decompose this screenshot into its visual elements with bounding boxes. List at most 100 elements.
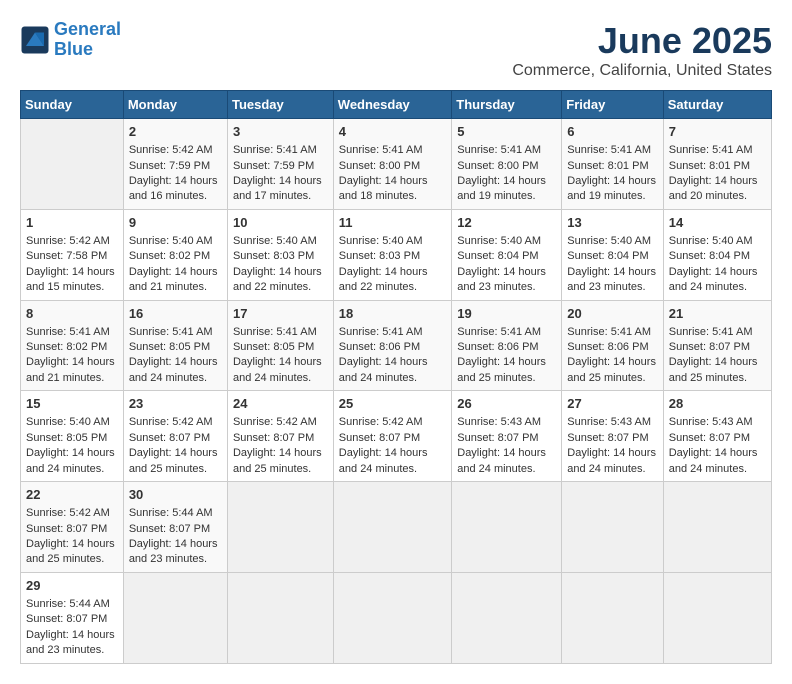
daylight-text: Daylight: 14 hours and 25 minutes. — [129, 447, 218, 474]
day-number: 24 — [233, 395, 328, 413]
calendar-cell — [227, 482, 333, 573]
calendar-cell — [123, 572, 227, 663]
day-number: 22 — [26, 486, 118, 504]
day-number: 20 — [567, 305, 657, 323]
day-number: 25 — [339, 395, 446, 413]
calendar-title: June 2025 — [512, 20, 772, 62]
sunset-text: Sunset: 8:07 PM — [129, 432, 210, 444]
daylight-text: Daylight: 14 hours and 24 minutes. — [457, 447, 546, 474]
calendar-week-row: 22 Sunrise: 5:42 AM Sunset: 8:07 PM Dayligh… — [21, 482, 772, 573]
daylight-text: Daylight: 14 hours and 25 minutes. — [567, 356, 656, 383]
sunset-text: Sunset: 8:07 PM — [669, 432, 750, 444]
sunrise-text: Sunrise: 5:41 AM — [26, 326, 110, 338]
day-number: 18 — [339, 305, 446, 323]
sunset-text: Sunset: 8:06 PM — [457, 341, 538, 353]
daylight-text: Daylight: 14 hours and 23 minutes. — [26, 629, 115, 656]
daylight-text: Daylight: 14 hours and 25 minutes. — [669, 356, 758, 383]
day-number: 10 — [233, 214, 328, 232]
sunset-text: Sunset: 8:06 PM — [567, 341, 648, 353]
daylight-text: Daylight: 14 hours and 23 minutes. — [457, 266, 546, 293]
sunset-text: Sunset: 8:06 PM — [339, 341, 420, 353]
calendar-cell: 18Sunrise: 5:41 AMSunset: 8:06 PMDayligh… — [333, 300, 451, 391]
daylight-text: Daylight: 14 hours and 16 minutes. — [129, 175, 218, 202]
sunrise-text: Sunrise: 5:43 AM — [457, 416, 541, 428]
calendar-cell: 23Sunrise: 5:42 AMSunset: 8:07 PMDayligh… — [123, 391, 227, 482]
day-number: 9 — [129, 214, 222, 232]
sunset-text: Sunset: 8:05 PM — [129, 341, 210, 353]
calendar-cell: 26 Sunrise: 5:43 AM Sunset: 8:07 PM Dayligh… — [452, 391, 562, 482]
calendar-week-row: 29Sunrise: 5:44 AMSunset: 8:07 PMDayligh… — [21, 572, 772, 663]
sunset-text: Sunset: 8:03 PM — [233, 250, 314, 262]
daylight-text: Daylight: 14 hours and 25 minutes. — [233, 447, 322, 474]
logo-general: General — [54, 19, 121, 39]
calendar-cell: 8Sunrise: 5:41 AMSunset: 8:02 PMDaylight… — [21, 300, 124, 391]
daylight-text: Daylight: 14 hours and 23 minutes. — [129, 538, 218, 565]
day-number: 17 — [233, 305, 328, 323]
daylight-text: Daylight: 14 hours and 24 minutes. — [339, 356, 428, 383]
daylight-text: Daylight: 14 hours and 19 minutes. — [457, 175, 546, 202]
sunset-text: Sunset: 8:04 PM — [457, 250, 538, 262]
header-saturday: Saturday — [663, 91, 771, 119]
sunset-text: Sunset: 8:05 PM — [233, 341, 314, 353]
logo-icon — [20, 25, 50, 55]
calendar-cell — [452, 572, 562, 663]
day-number: 15 — [26, 395, 118, 413]
sunrise-text: Sunrise: 5:42 AM — [339, 416, 423, 428]
sunrise-text: Sunrise: 5:41 AM — [457, 144, 541, 156]
calendar-cell: 22Sunrise: 5:42 AMSunset: 8:07 PMDayligh… — [21, 482, 124, 573]
sunset-text: Sunset: 8:04 PM — [567, 250, 648, 262]
calendar-cell: 15Sunrise: 5:40 AMSunset: 8:05 PMDayligh… — [21, 391, 124, 482]
daylight-text: Daylight: 14 hours and 21 minutes. — [26, 356, 115, 383]
daylight-text: Daylight: 14 hours and 24 minutes. — [339, 447, 428, 474]
sunset-text: Sunset: 7:58 PM — [26, 250, 107, 262]
day-number: 5 — [457, 123, 556, 141]
daylight-text: Daylight: 14 hours and 18 minutes. — [339, 175, 428, 202]
sunset-text: Sunset: 8:07 PM — [26, 613, 107, 625]
sunrise-text: Sunrise: 5:41 AM — [567, 326, 651, 338]
sunrise-text: Sunrise: 5:44 AM — [129, 507, 213, 519]
logo: General Blue — [20, 20, 121, 60]
sunrise-text: Sunrise: 5:40 AM — [567, 235, 651, 247]
sunrise-text: Sunrise: 5:40 AM — [669, 235, 753, 247]
sunset-text: Sunset: 8:00 PM — [339, 160, 420, 172]
calendar-cell: 1Sunrise: 5:42 AMSunset: 7:58 PMDaylight… — [21, 209, 124, 300]
day-number: 3 — [233, 123, 328, 141]
calendar-week-row: 2Sunrise: 5:42 AMSunset: 7:59 PMDaylight… — [21, 119, 772, 210]
header-thursday: Thursday — [452, 91, 562, 119]
calendar-cell: 28Sunrise: 5:43 AMSunset: 8:07 PMDayligh… — [663, 391, 771, 482]
calendar-cell — [562, 572, 663, 663]
sunrise-text: Sunrise: 5:44 AM — [26, 598, 110, 610]
sunset-text: Sunset: 7:59 PM — [233, 160, 314, 172]
daylight-text: Daylight: 14 hours and 23 minutes. — [567, 266, 656, 293]
calendar-cell: 30Sunrise: 5:44 AMSunset: 8:07 PMDayligh… — [123, 482, 227, 573]
calendar-cell: 16Sunrise: 5:41 AMSunset: 8:05 PMDayligh… — [123, 300, 227, 391]
sunset-text: Sunset: 8:07 PM — [129, 523, 210, 535]
sunset-text: Sunset: 8:02 PM — [26, 341, 107, 353]
daylight-text: Daylight: 14 hours and 24 minutes. — [669, 266, 758, 293]
day-number: 14 — [669, 214, 766, 232]
day-number: 21 — [669, 305, 766, 323]
sunrise-text: Sunrise: 5:41 AM — [567, 144, 651, 156]
day-number: 7 — [669, 123, 766, 141]
sunrise-text: Sunrise: 5:42 AM — [26, 507, 110, 519]
day-number: 26 — [457, 395, 556, 413]
header-tuesday: Tuesday — [227, 91, 333, 119]
header-wednesday: Wednesday — [333, 91, 451, 119]
sunset-text: Sunset: 8:07 PM — [567, 432, 648, 444]
calendar-table: SundayMondayTuesdayWednesdayThursdayFrid… — [20, 90, 772, 664]
sunset-text: Sunset: 8:04 PM — [669, 250, 750, 262]
sunset-text: Sunset: 8:07 PM — [669, 341, 750, 353]
calendar-cell — [452, 482, 562, 573]
calendar-subtitle: Commerce, California, United States — [512, 62, 772, 80]
header-sunday: Sunday — [21, 91, 124, 119]
sunset-text: Sunset: 8:07 PM — [457, 432, 538, 444]
daylight-text: Daylight: 14 hours and 22 minutes. — [339, 266, 428, 293]
calendar-cell: 6Sunrise: 5:41 AMSunset: 8:01 PMDaylight… — [562, 119, 663, 210]
sunrise-text: Sunrise: 5:41 AM — [339, 144, 423, 156]
sunset-text: Sunset: 8:07 PM — [26, 523, 107, 535]
calendar-cell — [333, 572, 451, 663]
daylight-text: Daylight: 14 hours and 22 minutes. — [233, 266, 322, 293]
calendar-cell: 25Sunrise: 5:42 AMSunset: 8:07 PMDayligh… — [333, 391, 451, 482]
calendar-cell: 29Sunrise: 5:44 AMSunset: 8:07 PMDayligh… — [21, 572, 124, 663]
calendar-cell: 10Sunrise: 5:40 AMSunset: 8:03 PMDayligh… — [227, 209, 333, 300]
